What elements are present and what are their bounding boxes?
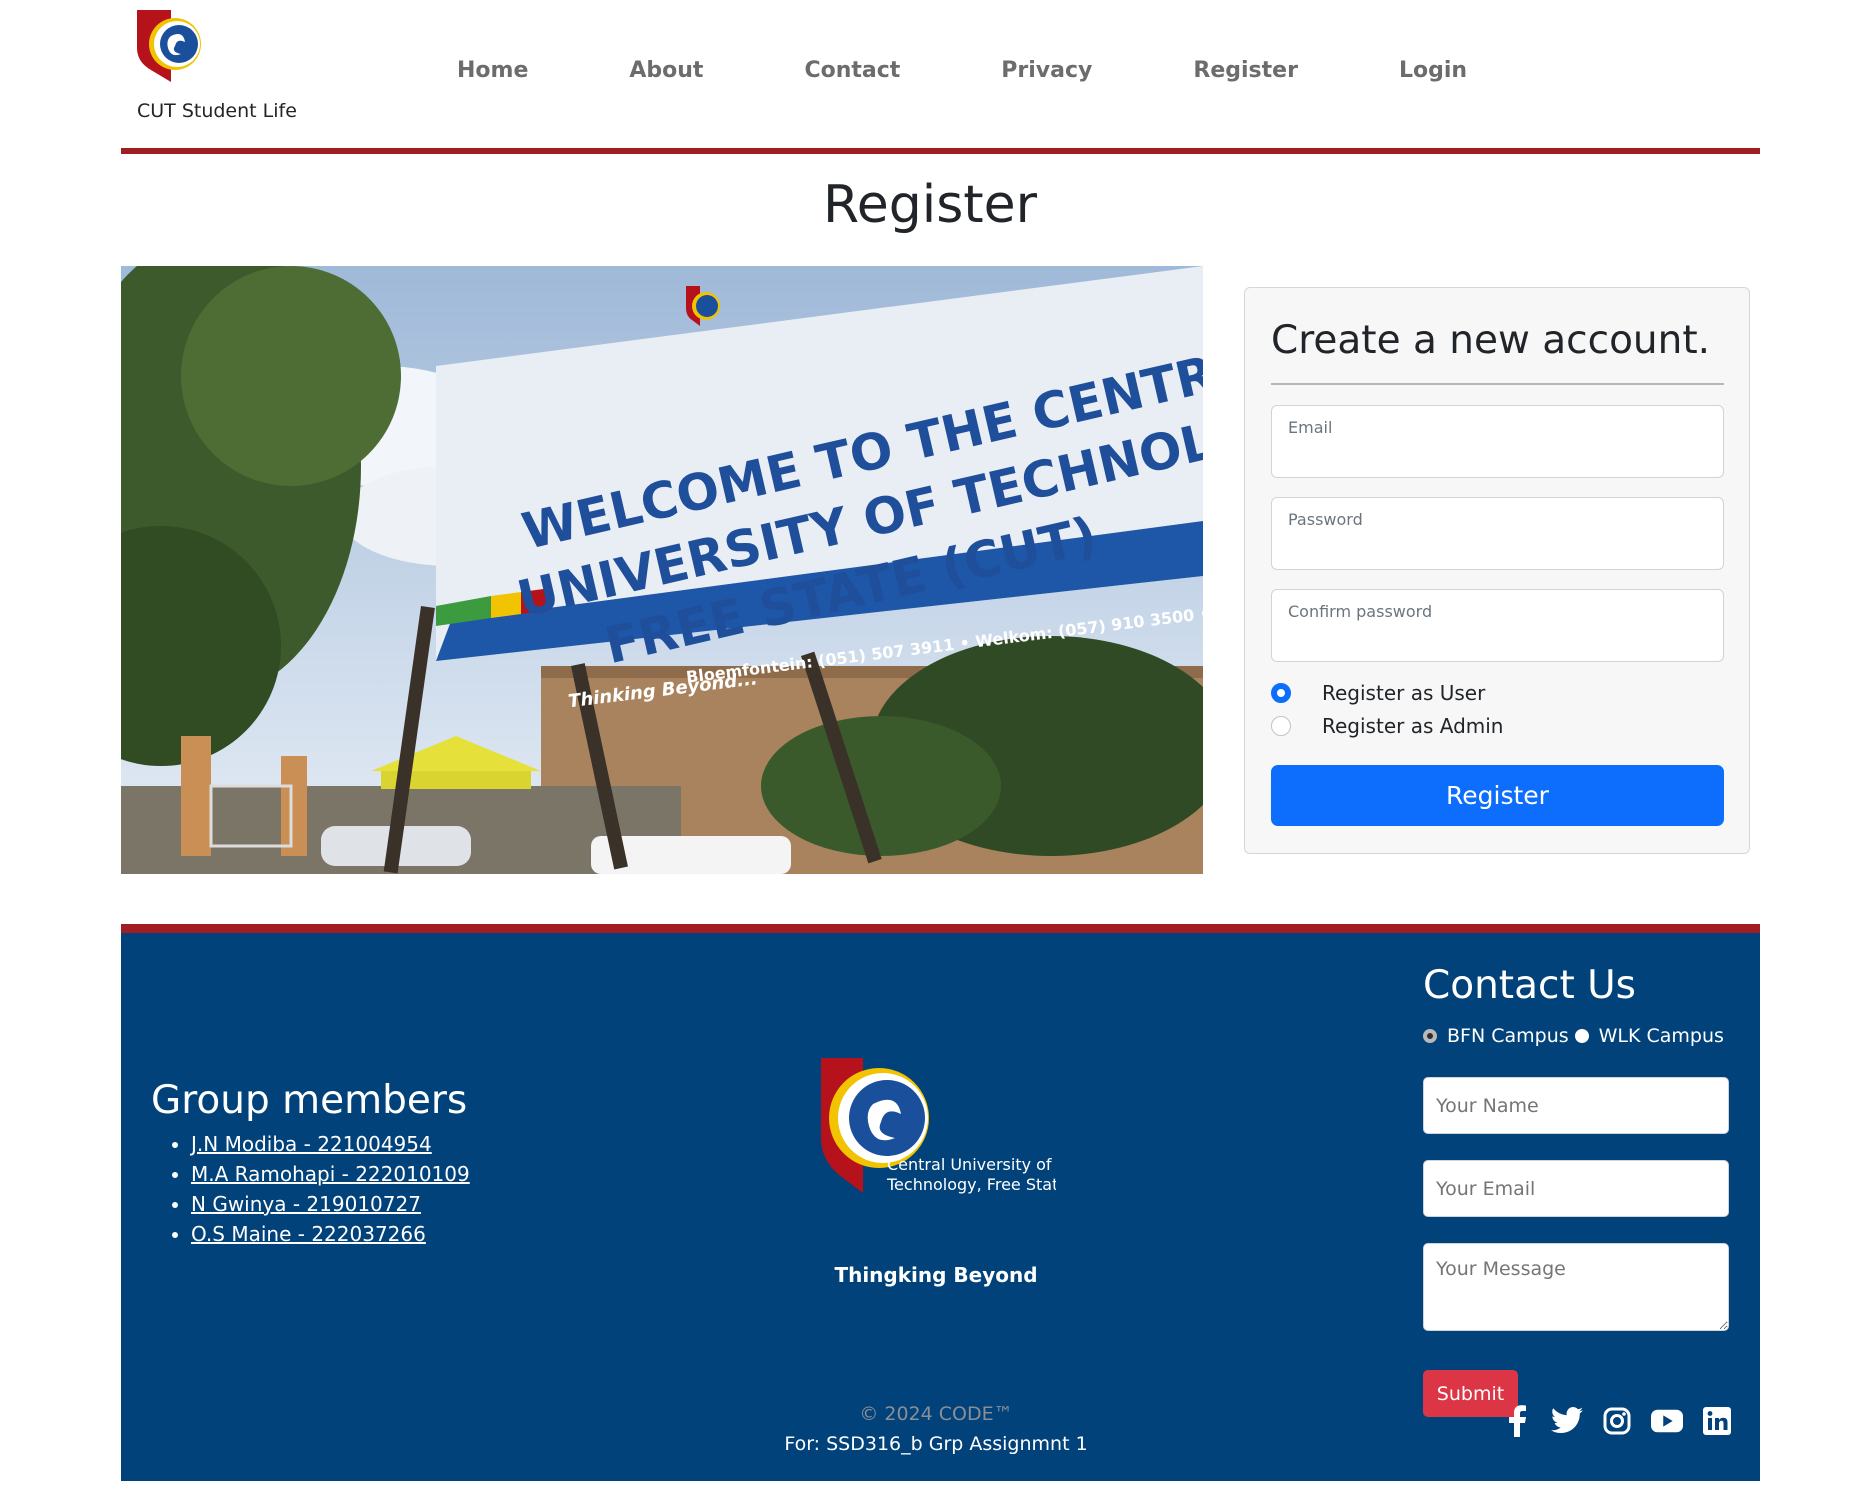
- cut-footer-logo: Central University of Technology, Free S…: [821, 1058, 1056, 1194]
- group-members-list: J.N Modiba - 221004954 M.A Ramohapi - 22…: [161, 1133, 470, 1253]
- facebook-icon[interactable]: [1501, 1405, 1533, 1437]
- campus-selector: BFN Campus WLK Campus: [1423, 1025, 1730, 1047]
- password-field[interactable]: Password: [1271, 497, 1724, 570]
- nav-login[interactable]: Login: [1399, 58, 1467, 83]
- radio-admin-label: Register as Admin: [1322, 714, 1504, 738]
- register-button[interactable]: Register: [1271, 765, 1724, 826]
- contact-form: Contact Us BFN Campus WLK Campus Submit: [1423, 963, 1743, 1417]
- site-header: CUT Student Life Home About Contact Priv…: [121, 0, 1760, 154]
- list-item: O.S Maine - 222037266: [191, 1223, 470, 1246]
- logo-text-line1: Central University of: [887, 1155, 1052, 1174]
- twitter-icon[interactable]: [1551, 1405, 1583, 1437]
- social-links: [1501, 1405, 1733, 1437]
- member-link[interactable]: J.N Modiba - 221004954: [191, 1132, 432, 1156]
- member-link[interactable]: M.A Ramohapi - 222010109: [191, 1162, 470, 1186]
- site-footer: Group members J.N Modiba - 221004954 M.A…: [121, 924, 1760, 1481]
- main-nav: Home About Contact Privacy Register Logi…: [457, 58, 1467, 83]
- radio-admin-indicator[interactable]: [1271, 716, 1291, 736]
- brand[interactable]: CUT Student Life: [137, 10, 337, 122]
- card-divider: [1271, 383, 1724, 385]
- page: CUT Student Life Home About Contact Priv…: [0, 0, 1860, 1493]
- list-item: J.N Modiba - 221004954: [191, 1133, 470, 1156]
- header-divider: [121, 148, 1760, 154]
- tagline: Thingking Beyond: [834, 1263, 1038, 1287]
- brand-name: CUT Student Life: [137, 100, 297, 122]
- email-label: Email: [1288, 418, 1333, 437]
- page-title: Register: [822, 175, 1038, 235]
- radio-user-indicator[interactable]: [1271, 683, 1291, 703]
- copyright: © 2024 CODE™: [859, 1403, 1013, 1425]
- member-link[interactable]: O.S Maine - 222037266: [191, 1222, 426, 1246]
- confirm-password-input[interactable]: [1288, 628, 1708, 651]
- nav-contact[interactable]: Contact: [804, 58, 900, 83]
- list-item: M.A Ramohapi - 222010109: [191, 1163, 470, 1186]
- password-label: Password: [1288, 510, 1363, 529]
- logo-text-line2: Technology, Free State: [886, 1175, 1056, 1194]
- nav-about[interactable]: About: [629, 58, 703, 83]
- contact-title: Contact Us: [1423, 963, 1636, 1008]
- group-members-title: Group members: [151, 1078, 468, 1123]
- radio-wlk-campus[interactable]: [1574, 1029, 1589, 1043]
- instagram-icon[interactable]: [1601, 1405, 1633, 1437]
- register-card: Create a new account. Email Password Con…: [1244, 287, 1750, 854]
- radio-register-user[interactable]: Register as User: [1271, 678, 1485, 708]
- list-item: N Gwinya - 219010727: [191, 1193, 470, 1216]
- bfn-campus-label: BFN Campus: [1447, 1025, 1569, 1047]
- nav-home[interactable]: Home: [457, 58, 528, 83]
- radio-user-label: Register as User: [1322, 681, 1486, 705]
- nav-privacy[interactable]: Privacy: [1001, 58, 1092, 83]
- cut-logo-icon: [137, 10, 201, 82]
- nav-register[interactable]: Register: [1193, 58, 1298, 83]
- linkedin-icon[interactable]: [1701, 1405, 1733, 1437]
- email-input[interactable]: [1288, 444, 1708, 467]
- radio-bfn-campus[interactable]: [1423, 1029, 1437, 1043]
- member-link[interactable]: N Gwinya - 219010727: [191, 1192, 421, 1216]
- confirm-password-field[interactable]: Confirm password: [1271, 589, 1724, 662]
- email-field[interactable]: Email: [1271, 405, 1724, 478]
- your-message-input[interactable]: [1423, 1243, 1729, 1331]
- course-info: For: SSD316_b Grp Assignmnt 1: [784, 1433, 1088, 1455]
- your-name-input[interactable]: [1423, 1077, 1729, 1134]
- youtube-icon[interactable]: [1651, 1405, 1683, 1437]
- your-email-input[interactable]: [1423, 1160, 1729, 1217]
- wlk-campus-label: WLK Campus: [1598, 1025, 1724, 1047]
- password-input[interactable]: [1288, 536, 1708, 559]
- radio-register-admin[interactable]: Register as Admin: [1271, 711, 1503, 741]
- campus-photo: WELCOME TO THE CENTRAL UNIVERSITY OF TEC…: [121, 266, 1203, 874]
- card-heading: Create a new account.: [1271, 318, 1711, 363]
- confirm-password-label: Confirm password: [1288, 602, 1433, 621]
